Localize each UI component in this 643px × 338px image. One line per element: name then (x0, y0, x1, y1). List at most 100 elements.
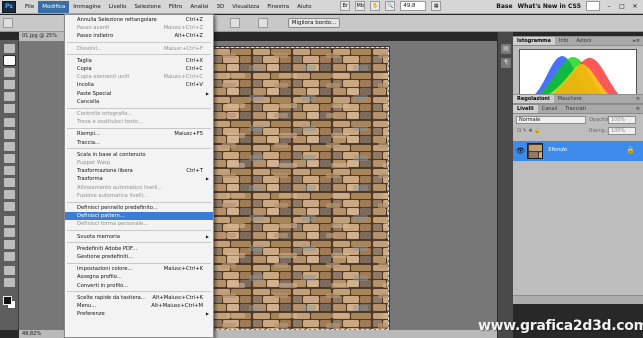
panel-menu-icon[interactable]: ▸≡ (633, 37, 640, 46)
zoom-icon[interactable]: 🔍 (385, 1, 396, 11)
blend-mode-select[interactable]: Normale (516, 116, 586, 124)
menu-immagine[interactable]: Immagine (69, 1, 105, 13)
tab-livelli[interactable]: Livelli (513, 105, 538, 113)
crop-tool-icon[interactable] (4, 92, 15, 101)
refine-edge-button[interactable]: Migliora bordo... (288, 18, 340, 28)
menu-item-copia[interactable]: Copia Ctrl+C (65, 65, 213, 73)
menu-item-trasformazione-libera[interactable]: Trasformazione libera Ctrl+T (65, 167, 213, 175)
path-selection-tool-icon[interactable] (4, 240, 15, 249)
style-icon[interactable] (230, 18, 240, 28)
eye-icon[interactable]: 👁 (516, 147, 525, 155)
menu-livello[interactable]: Livello (105, 1, 131, 13)
hand-tool-icon[interactable] (4, 278, 15, 287)
type-tool-icon[interactable] (4, 228, 15, 237)
menu-filtro[interactable]: Filtro (165, 1, 186, 13)
bridge-icon[interactable]: Br (340, 1, 351, 11)
whats-new-button[interactable]: What's New in CS5 (518, 3, 581, 10)
menu-item-paste-special[interactable]: Paste Special ▶ (65, 90, 213, 98)
menu-item-controllo-ortografia[interactable]: Controllo ortografia... (65, 110, 213, 118)
adjust-panel-menu-icon[interactable]: ≡ (636, 95, 640, 104)
menu-item-scelte-rapide-da-tastiera[interactable]: Scelte rapide da tastiera... Alt+Maiusc+C… (65, 294, 213, 302)
menu-modifica[interactable]: Modifica (38, 0, 70, 13)
dodge-tool-icon[interactable] (4, 202, 15, 211)
menu-file[interactable]: File (21, 1, 38, 13)
menu-item-preferenze[interactable]: Preferenze ▶ (65, 310, 213, 318)
zoom-level-field[interactable]: 49,8 (400, 1, 427, 11)
menu-3d[interactable]: 3D (212, 1, 228, 13)
menu-item-copia-elementi-uniti[interactable]: Copia elementi uniti Maiusc+Ctrl+C (65, 73, 213, 81)
menu-item-scala-in-base-al-contenuto[interactable]: Scala in base al contenuto (65, 151, 213, 159)
menu-selezione[interactable]: Selezione (130, 1, 164, 13)
layers-panel-menu-icon[interactable]: ≡ (636, 105, 640, 114)
status-zoom[interactable]: 49,82% (22, 331, 41, 337)
history-brush-tool-icon[interactable] (4, 154, 15, 163)
menu-visualizza[interactable]: Visualizza (228, 1, 263, 13)
rect-marquee-tool-icon[interactable] (3, 55, 16, 66)
menu-item-assegna-profilo[interactable]: Assegna profilo... (65, 273, 213, 281)
menu-finestra[interactable]: Finestra (263, 1, 293, 13)
menu-aiuto[interactable]: Aiuto (293, 1, 315, 13)
menu-item-passo-indietro[interactable]: Passo indietro Alt+Ctrl+Z (65, 32, 213, 40)
tab-tracciati[interactable]: Tracciati (561, 105, 590, 113)
opacity-field[interactable]: 100% (608, 116, 636, 124)
arrange-icon[interactable]: ▦ (431, 1, 442, 11)
tab-info[interactable]: Info (555, 37, 572, 45)
pen-tool-icon[interactable] (4, 216, 15, 225)
healing-brush-tool-icon[interactable] (4, 118, 15, 127)
menu-item-cancella[interactable]: Cancella (65, 98, 213, 106)
tab-azioni[interactable]: Azioni (572, 37, 595, 45)
tab-maschere[interactable]: Maschere (554, 95, 586, 103)
shape-tool-icon[interactable] (4, 252, 15, 261)
tab-istogramma[interactable]: Istogramma (513, 37, 555, 45)
history-panel-icon[interactable]: ▤ (501, 44, 511, 54)
swap-icon[interactable] (258, 18, 268, 28)
menu-item-allineamento-automatico-livelli[interactable]: Allineamento automatico livelli... (65, 184, 213, 192)
hand-icon[interactable]: ✋ (370, 1, 381, 11)
layer-row-sfondo[interactable]: 👁 Sfondo 🔒 (513, 141, 643, 161)
menu-item-incolla[interactable]: Incolla Ctrl+V (65, 81, 213, 89)
menu-item-riempi[interactable]: Riempi... Maiusc+F5 (65, 130, 213, 138)
workspace-base[interactable]: Base (496, 3, 512, 10)
menu-item-gestione-predefiniti[interactable]: Gestione predefiniti... (65, 253, 213, 261)
blur-tool-icon[interactable] (4, 190, 15, 199)
move-tool-icon[interactable] (4, 44, 15, 53)
menu-analisi[interactable]: Analisi (186, 1, 212, 13)
menu-item-definisci-pennello-predefinito[interactable]: Definisci pennello predefinito... (65, 204, 213, 212)
clone-stamp-tool-icon[interactable] (4, 142, 15, 151)
tab-regolazioni[interactable]: Regolazioni (513, 95, 554, 103)
minimize-icon[interactable]: – (605, 3, 613, 10)
menu-item-passo-avanti[interactable]: Passo avanti Maiusc+Ctrl+Z (65, 24, 213, 32)
menu-item-traccia[interactable]: Traccia... (65, 139, 213, 147)
menu-item-taglia[interactable]: Taglia Ctrl+X (65, 57, 213, 65)
menu-item-trova-e-sostituisci-testo[interactable]: Trova e sostituisci testo... (65, 118, 213, 126)
marquee-preset-icon[interactable] (3, 18, 13, 28)
menu-item-predefiniti-adobe-pdf[interactable]: Predefiniti Adobe PDF... (65, 245, 213, 253)
brush-tool-icon[interactable] (4, 130, 15, 139)
fill-field[interactable]: 100% (608, 127, 636, 135)
menu-item-impostazioni-colore[interactable]: Impostazioni colore... Maiusc+Ctrl+K (65, 265, 213, 273)
stone-wall-canvas[interactable] (210, 46, 390, 331)
search-input[interactable] (586, 1, 600, 11)
menu-item-converti-in-profilo[interactable]: Converti in profilo... (65, 282, 213, 290)
maximize-icon[interactable]: □ (618, 3, 626, 10)
menu-item-annulla-selezione-rettangolare[interactable]: Annulla Selezione rettangolare Ctrl+Z (65, 16, 213, 24)
quick-selection-tool-icon[interactable] (4, 80, 15, 89)
menu-item-definisci-forma-personale[interactable]: Definisci forma personale... (65, 220, 213, 228)
lock-icons[interactable]: ⊡ ✎ ✥ 🔒 (517, 128, 541, 134)
lasso-tool-icon[interactable] (4, 68, 15, 77)
menu-item-trasforma[interactable]: Trasforma ▶ (65, 175, 213, 183)
menu-item-dissolvi[interactable]: Dissolvi... Maiusc+Ctrl+F (65, 45, 213, 53)
menu-item-definisci-pattern[interactable]: Definisci pattern... (65, 212, 213, 221)
menu-item-fusione-automatica-livelli[interactable]: Fusione automatica livelli... (65, 192, 213, 200)
gradient-tool-icon[interactable] (4, 178, 15, 187)
close-icon[interactable]: ✕ (631, 3, 639, 10)
paragraph-panel-icon[interactable]: ¶ (501, 58, 511, 68)
menu-item-svuota-memoria[interactable]: Svuota memoria ▶ (65, 233, 213, 241)
menu-item-menu[interactable]: Menu... Alt+Maiusc+Ctrl+M (65, 302, 213, 310)
foreground-color-swatch[interactable] (3, 296, 12, 305)
minibridge-icon[interactable]: Mb (355, 1, 366, 11)
tab-canali[interactable]: Canali (538, 105, 562, 113)
3d-rotate-tool-icon[interactable] (4, 266, 15, 275)
eyedropper-tool-icon[interactable] (4, 104, 15, 113)
eraser-tool-icon[interactable] (4, 166, 15, 175)
